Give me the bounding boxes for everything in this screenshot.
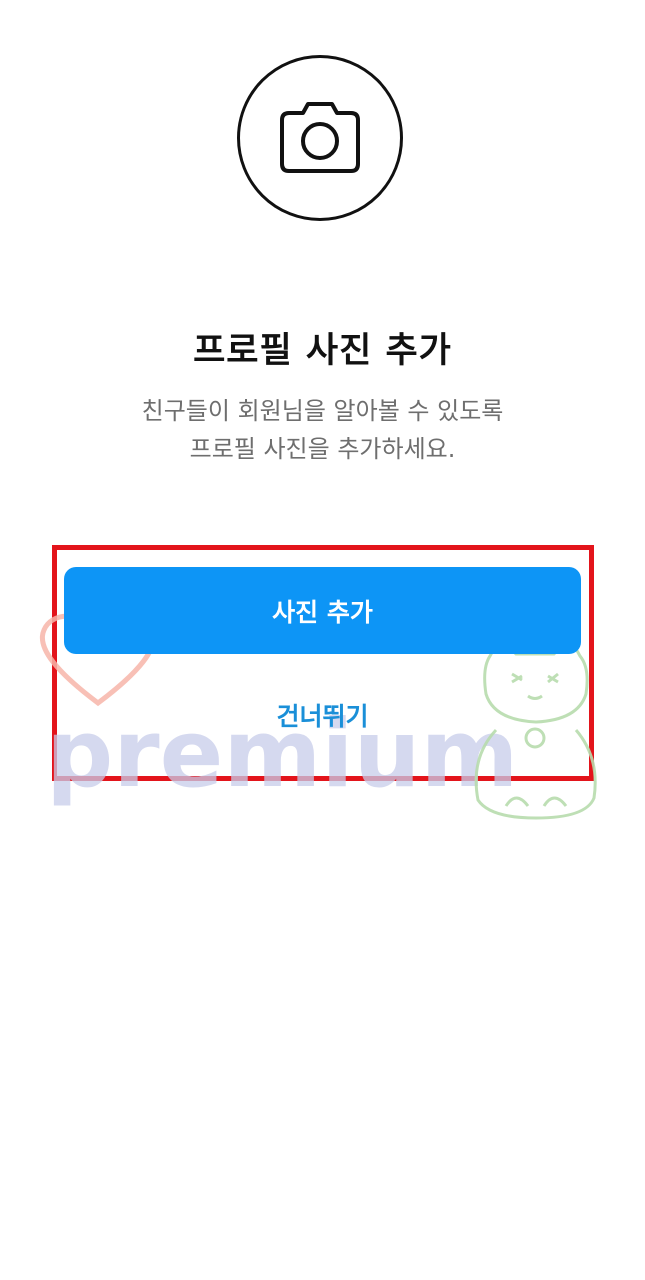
add-photo-button[interactable]: 사진 추가 (64, 567, 581, 654)
profile-photo-placeholder[interactable] (237, 55, 403, 221)
profile-photo-screen: 프로필 사진 추가 친구들이 회원님을 알아볼 수 있도록 프로필 사진을 추가… (0, 0, 645, 1280)
subtitle-line-2: 프로필 사진을 추가하세요. (189, 435, 456, 463)
skip-button[interactable]: 건너뛰기 (0, 697, 645, 733)
page-subtitle: 친구들이 회원님을 알아볼 수 있도록 프로필 사진을 추가하세요. (0, 392, 645, 468)
page-title: 프로필 사진 추가 (193, 331, 452, 371)
camera-icon (280, 102, 360, 173)
subtitle-line-1: 친구들이 회원님을 알아볼 수 있도록 (141, 397, 504, 425)
